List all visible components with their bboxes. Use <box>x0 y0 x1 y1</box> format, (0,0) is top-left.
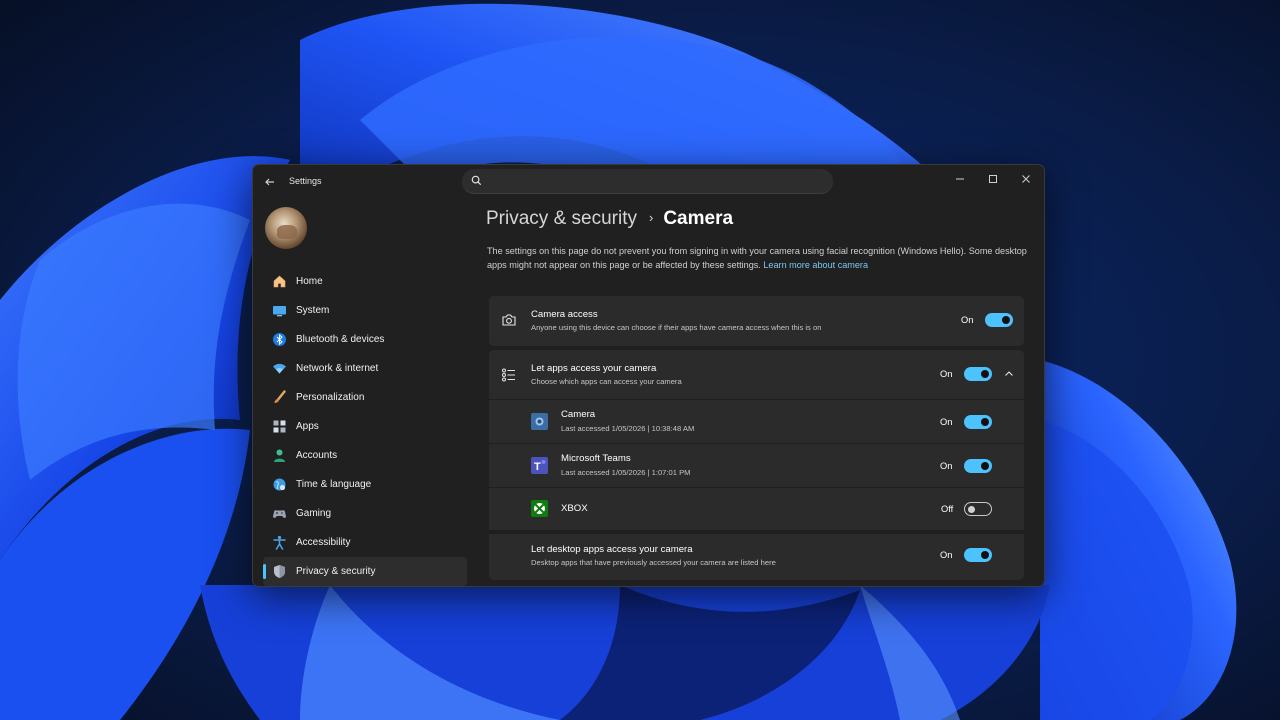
app-state: On <box>940 417 953 427</box>
camera-access-title: Camera access <box>531 309 598 320</box>
brush-icon <box>272 390 287 405</box>
let-apps-header-row[interactable]: Let apps access your camera Choose which… <box>489 350 1024 399</box>
let-apps-state: On <box>940 369 953 379</box>
app-state: Off <box>941 504 954 514</box>
desktop-apps-title: Let desktop apps access your camera <box>531 544 693 555</box>
teams-icon: T <box>531 457 548 474</box>
minimize-button[interactable] <box>946 169 974 189</box>
breadcrumb-parent-link[interactable]: Privacy & security <box>486 208 637 229</box>
settings-window: Settings Home System Bluetooth & devices… <box>252 164 1045 587</box>
sidebar-item-label: Network & internet <box>296 363 379 374</box>
camera-access-state: On <box>961 315 974 325</box>
close-button[interactable] <box>1012 169 1040 189</box>
search-input[interactable] <box>488 171 822 193</box>
sidebar-item-bluetooth[interactable]: Bluetooth & devices <box>263 325 467 354</box>
app-name: Camera <box>561 409 596 420</box>
sidebar-item-label: Home <box>296 276 323 287</box>
sidebar-item-time-language[interactable]: Time & language <box>263 470 467 499</box>
let-apps-card: Let apps access your camera Choose which… <box>489 350 1024 580</box>
sidebar-item-accounts[interactable]: Accounts <box>263 441 467 470</box>
desktop-apps-row: Let desktop apps access your camera Desk… <box>489 534 1024 580</box>
search-icon <box>471 175 482 186</box>
toggle-knob <box>981 551 989 559</box>
toggle-knob <box>981 370 989 378</box>
desktop-apps-state: On <box>940 550 953 560</box>
learn-more-link[interactable]: Learn more about camera <box>763 260 868 270</box>
svg-text:T: T <box>534 461 541 473</box>
sidebar-item-label: Accessibility <box>296 537 351 548</box>
teams-app-toggle[interactable] <box>964 459 992 473</box>
sidebar-item-privacy-security[interactable]: Privacy & security <box>263 557 467 586</box>
sidebar-item-label: System <box>296 305 330 316</box>
back-arrow-icon <box>265 178 274 186</box>
app-name: Microsoft Teams <box>561 453 631 464</box>
app-row-xbox: XBOX Off <box>489 488 1024 530</box>
sidebar-item-network[interactable]: Network & internet <box>263 354 467 383</box>
camera-app-icon <box>531 413 548 430</box>
description-text: The settings on this page do not prevent… <box>487 246 1027 270</box>
sidebar-item-apps[interactable]: Apps <box>263 412 467 441</box>
camera-app-toggle[interactable] <box>964 415 992 429</box>
back-button[interactable] <box>262 174 278 190</box>
desktop-apps-toggle[interactable] <box>964 548 992 562</box>
sidebar-item-label: Apps <box>296 421 319 432</box>
wifi-icon <box>272 361 287 376</box>
sidebar-item-personalization[interactable]: Personalization <box>263 383 467 412</box>
bluetooth-icon <box>272 332 287 347</box>
system-icon <box>272 303 287 318</box>
toggle-knob <box>981 462 989 470</box>
app-row-teams: T Microsoft Teams Last accessed 1/05/202… <box>489 444 1024 487</box>
chevron-up-icon[interactable] <box>1002 367 1016 381</box>
app-state: On <box>940 461 953 471</box>
accessibility-icon <box>272 535 287 550</box>
sidebar-item-system[interactable]: System <box>263 296 467 325</box>
breadcrumb: Privacy & security › Camera <box>486 208 733 230</box>
sidebar-item-label: Time & language <box>296 479 372 490</box>
toggle-knob <box>1002 316 1010 324</box>
camera-access-card: Camera access Anyone using this device c… <box>489 296 1024 346</box>
sidebar-item-label: Bluetooth & devices <box>296 334 385 345</box>
xbox-app-toggle[interactable] <box>964 502 992 516</box>
minimize-icon <box>956 178 964 180</box>
gamepad-icon <box>272 506 287 521</box>
sidebar-item-home[interactable]: Home <box>263 267 467 296</box>
camera-access-subtitle: Anyone using this device can choose if t… <box>531 323 822 332</box>
shield-icon <box>272 564 287 579</box>
app-last-accessed: Last accessed 1/05/2026 | 10:38:48 AM <box>561 424 695 433</box>
close-icon <box>1022 175 1030 183</box>
let-apps-subtitle: Choose which apps can access your camera <box>531 377 682 386</box>
let-apps-title: Let apps access your camera <box>531 363 657 374</box>
toggle-knob <box>968 505 975 513</box>
app-title: Settings <box>289 176 322 186</box>
let-apps-toggle[interactable] <box>964 367 992 381</box>
breadcrumb-separator: › <box>648 210 654 225</box>
sidebar-nav: Home System Bluetooth & devices Network … <box>263 267 467 586</box>
sidebar-item-gaming[interactable]: Gaming <box>263 499 467 528</box>
app-row-camera: Camera Last accessed 1/05/2026 | 10:38:4… <box>489 400 1024 443</box>
camera-icon <box>501 312 517 328</box>
app-name: XBOX <box>561 503 588 514</box>
title-bar: Settings <box>253 165 1044 197</box>
sidebar-item-label: Personalization <box>296 392 365 403</box>
maximize-icon <box>989 175 997 183</box>
desktop-apps-subtitle: Desktop apps that have previously access… <box>531 558 776 567</box>
apps-icon <box>272 419 287 434</box>
maximize-button[interactable] <box>979 169 1007 189</box>
avatar[interactable] <box>265 207 307 249</box>
page-description: The settings on this page do not prevent… <box>487 244 1032 272</box>
search-box[interactable] <box>462 169 833 194</box>
page-title: Camera <box>663 208 734 229</box>
person-icon <box>272 448 287 463</box>
toggle-knob <box>981 418 989 426</box>
sidebar-item-label: Privacy & security <box>296 566 376 577</box>
sidebar-item-accessibility[interactable]: Accessibility <box>263 528 467 557</box>
app-last-accessed: Last accessed 1/05/2026 | 1:07:01 PM <box>561 468 691 477</box>
sidebar-item-label: Accounts <box>296 450 338 461</box>
sidebar-item-label: Gaming <box>296 508 332 519</box>
app-list-icon <box>501 367 517 383</box>
camera-access-toggle[interactable] <box>985 313 1013 327</box>
globe-icon <box>272 477 287 492</box>
home-icon <box>272 274 287 289</box>
xbox-icon <box>531 500 548 517</box>
